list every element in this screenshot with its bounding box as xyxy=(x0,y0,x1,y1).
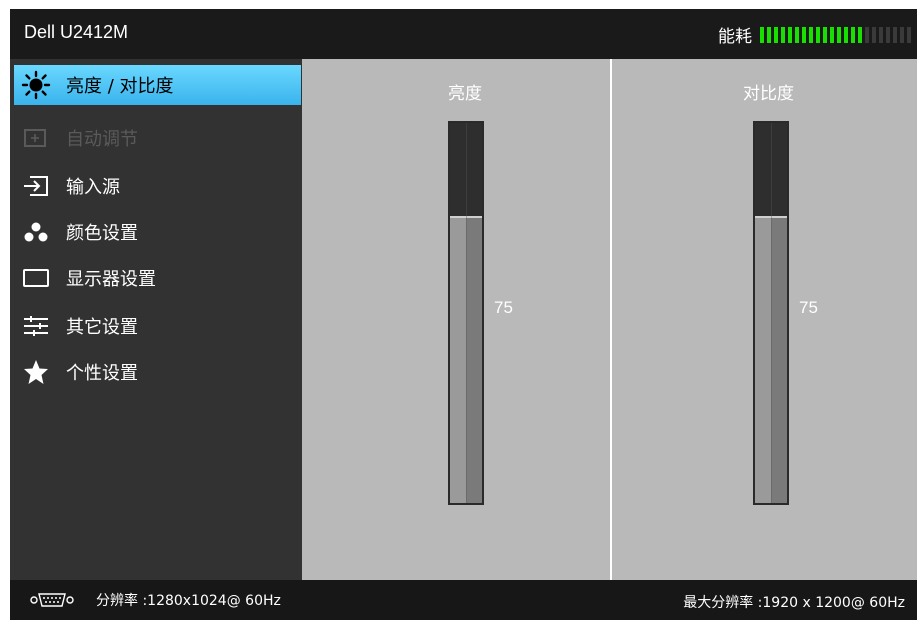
menu-item-label: 颜色设置 xyxy=(66,223,138,244)
menu-item-color-settings[interactable]: 颜色设置 xyxy=(14,209,301,255)
energy-bar-segment xyxy=(816,26,820,43)
brightness-slider[interactable] xyxy=(448,121,484,505)
slider-track-line xyxy=(771,123,772,503)
input-source-icon xyxy=(18,171,54,201)
brightness-sun-icon xyxy=(18,70,54,100)
header-bar: Dell U2412M 能耗 xyxy=(10,9,917,59)
menu-item-display-settings[interactable]: 显示器设置 xyxy=(14,255,301,301)
energy-label: 能耗 xyxy=(718,27,752,47)
energy-bar-segment xyxy=(837,26,841,43)
osd-window: Dell U2412M 能耗 亮度 / 对比度 自动调节 输入源 颜色设置 显示… xyxy=(10,9,917,620)
brightness-title: 亮度 xyxy=(448,84,482,104)
energy-bar-segment xyxy=(907,26,911,43)
model-name: Dell U2412M xyxy=(24,22,129,42)
menu-item-label: 自动调节 xyxy=(66,129,138,150)
energy-bars xyxy=(760,26,911,43)
menu-item-input-source[interactable]: 输入源 xyxy=(14,163,301,209)
panel-divider xyxy=(610,59,612,580)
energy-bar-segment xyxy=(781,26,785,43)
status-footer: 分辨率 :1280x1024@ 60Hz 最大分辨率 :1920 x 1200@… xyxy=(10,580,917,620)
color-dots-icon xyxy=(18,217,54,247)
menu-item-label: 个性设置 xyxy=(66,363,138,384)
contrast-value: 75 xyxy=(799,298,818,317)
energy-bar-segment xyxy=(844,26,848,43)
menu-item-label: 输入源 xyxy=(66,177,120,198)
max-resolution: 最大分辨率 :1920 x 1200@ 60Hz xyxy=(683,595,905,611)
menu-item-other-settings[interactable]: 其它设置 xyxy=(14,303,301,349)
menu-item-brightness-contrast[interactable]: 亮度 / 对比度 xyxy=(14,65,301,105)
energy-bar-segment xyxy=(774,26,778,43)
menu-item-label: 其它设置 xyxy=(66,317,138,338)
energy-bar-segment xyxy=(886,26,890,43)
current-resolution: 分辨率 :1280x1024@ 60Hz xyxy=(96,593,281,609)
energy-bar-segment xyxy=(788,26,792,43)
contrast-slider[interactable] xyxy=(753,121,789,505)
energy-bar-segment xyxy=(760,26,764,43)
slider-track-line xyxy=(466,123,467,503)
star-icon xyxy=(18,357,54,387)
energy-bar-segment xyxy=(858,26,862,43)
energy-bar-segment xyxy=(865,26,869,43)
main-menu: 亮度 / 对比度 自动调节 输入源 颜色设置 显示器设置 其它设置 个性设置 xyxy=(10,59,302,580)
energy-bar-segment xyxy=(802,26,806,43)
energy-bar-segment xyxy=(900,26,904,43)
menu-item-auto-adjust: 自动调节 xyxy=(14,115,301,161)
energy-bar-segment xyxy=(830,26,834,43)
auto-adjust-icon xyxy=(18,123,54,153)
sliders-icon xyxy=(18,311,54,341)
menu-item-personalize[interactable]: 个性设置 xyxy=(14,349,301,395)
energy-bar-segment xyxy=(851,26,855,43)
energy-bar-segment xyxy=(893,26,897,43)
brightness-value: 75 xyxy=(494,298,513,317)
energy-bar-segment xyxy=(823,26,827,43)
display-rectangle-icon xyxy=(18,263,54,293)
energy-bar-segment xyxy=(795,26,799,43)
menu-item-label: 显示器设置 xyxy=(66,269,156,290)
vga-connector-icon xyxy=(30,592,74,608)
energy-bar-segment xyxy=(872,26,876,43)
resolution-info: 分辨率 :1280x1024@ 60Hz xyxy=(30,590,281,610)
contrast-title: 对比度 xyxy=(743,84,794,104)
energy-bar-segment xyxy=(767,26,771,43)
menu-item-label: 亮度 / 对比度 xyxy=(66,76,174,97)
adjustment-panel: 亮度 75 对比度 75 xyxy=(302,59,917,580)
energy-bar-segment xyxy=(809,26,813,43)
energy-bar-segment xyxy=(879,26,883,43)
energy-meter: 能耗 xyxy=(718,22,911,47)
